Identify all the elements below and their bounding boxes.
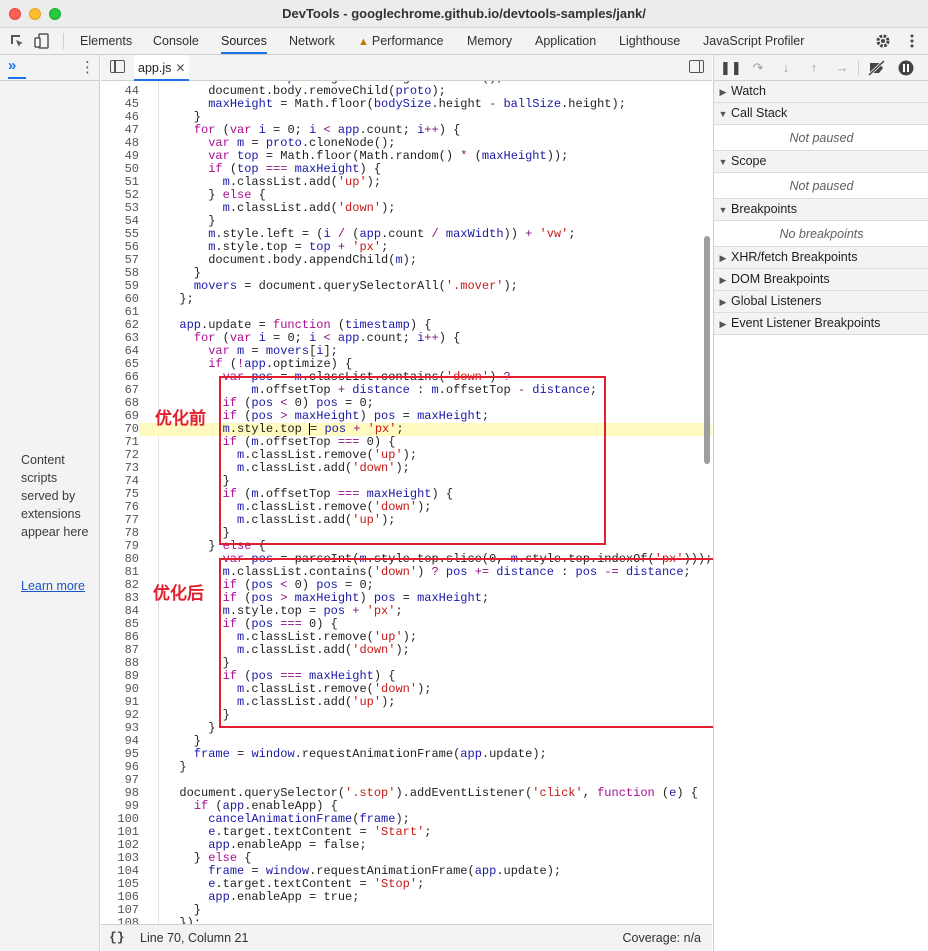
- tab-label: JavaScript Profiler: [703, 34, 805, 48]
- pane-empty-message: No breakpoints: [714, 221, 928, 247]
- main-tab-bar: Elements Console Sources Network ▲ Performanc…: [0, 28, 928, 55]
- editor-status-bar: {} Line 70, Column 21 Coverage: n/a: [101, 924, 712, 951]
- navigator-menu-icon[interactable]: ⋮: [80, 58, 95, 76]
- toggle-navigator-icon[interactable]: [110, 60, 125, 73]
- code-line[interactable]: 108 });: [101, 916, 712, 925]
- pane-title: Breakpoints: [731, 202, 798, 216]
- navigator-header: » ⋮: [0, 55, 99, 81]
- tab-application[interactable]: Application: [535, 28, 596, 54]
- pane-event-listener-breakpoints[interactable]: ▶ Event Listener Breakpoints: [714, 313, 928, 335]
- expanded-triangle-icon: ▼: [718, 205, 728, 215]
- device-toolbar-icon[interactable]: [33, 32, 51, 50]
- pane-title: DOM Breakpoints: [731, 272, 830, 286]
- navigator-pane: » ⋮ Content scripts served by extensions…: [0, 55, 100, 951]
- expanded-triangle-icon: ▼: [718, 157, 728, 167]
- tab-label: Memory: [467, 34, 513, 48]
- pane-call-stack[interactable]: ▼ Call Stack: [714, 103, 928, 125]
- tab-label: Performance: [371, 34, 444, 48]
- editor-scrollbar[interactable]: [704, 236, 710, 464]
- collapsed-triangle-icon: ▶: [719, 87, 727, 97]
- text-cursor: [309, 423, 311, 435]
- tab-label: Network: [289, 34, 335, 48]
- pane-empty-message: Not paused: [714, 173, 928, 199]
- warning-icon: ▲: [358, 36, 369, 48]
- close-tab-icon[interactable]: ✕: [175, 61, 185, 75]
- line-source: });: [165, 916, 202, 925]
- expanded-triangle-icon: ▼: [718, 109, 728, 119]
- pane-dom-breakpoints[interactable]: ▶ DOM Breakpoints: [714, 269, 928, 291]
- content-scripts-message: Content scripts served by extensions app…: [21, 453, 89, 539]
- pane-breakpoints[interactable]: ▼ Breakpoints: [714, 199, 928, 221]
- pane-title: Scope: [731, 154, 767, 168]
- line-source: document.body.appendChild(m);: [165, 253, 418, 267]
- file-tab-label: app.js: [138, 61, 172, 75]
- pretty-print-icon[interactable]: {}: [109, 930, 125, 945]
- more-tabs-chevron-icon[interactable]: »: [8, 57, 26, 79]
- line-source: }: [165, 760, 187, 774]
- line-source: maxHeight = Math.floor(bodySize.height -…: [208, 97, 626, 111]
- tab-javascript-profiler[interactable]: JavaScript Profiler: [703, 28, 804, 54]
- line-source: };: [165, 292, 194, 306]
- debugger-sidebar: ❚❚ ↷ ↓ ↑ → ▶ Watch ▼ Call Stack Not paused ▼ S…: [713, 55, 928, 951]
- pause-on-exceptions-icon[interactable]: [897, 59, 915, 77]
- file-tab-app-js[interactable]: app.js ✕: [134, 55, 190, 81]
- line-source: movers = document.querySelectorAll('.mov…: [193, 279, 518, 293]
- pane-title: Event Listener Breakpoints: [731, 316, 881, 330]
- code-line[interactable]: 96 }: [101, 761, 712, 774]
- code-editor[interactable]: 43 ballSize = proto.getBoundingClientRec…: [101, 81, 712, 924]
- toolbar-divider: [63, 33, 64, 49]
- line-number[interactable]: 108: [101, 917, 139, 925]
- code-line[interactable]: 95 frame = window.requestAnimationFrame(…: [101, 748, 712, 761]
- coverage-status[interactable]: Coverage: n/a: [622, 931, 701, 945]
- more-options-icon[interactable]: [903, 32, 921, 50]
- settings-gear-icon[interactable]: [874, 32, 892, 50]
- deactivate-breakpoints-icon[interactable]: [867, 59, 887, 77]
- step-out-icon[interactable]: ↑: [804, 58, 824, 78]
- pane-title: XHR/fetch Breakpoints: [731, 250, 858, 264]
- title-bar: DevTools - googlechrome.github.io/devtoo…: [0, 0, 928, 28]
- tab-lighthouse[interactable]: Lighthouse: [619, 28, 680, 54]
- learn-more-link[interactable]: Learn more: [21, 577, 91, 595]
- pause-script-icon[interactable]: ❚❚: [720, 58, 742, 78]
- pane-watch[interactable]: ▶ Watch: [714, 81, 928, 103]
- pane-title: Call Stack: [731, 106, 788, 120]
- tab-label: Console: [153, 34, 199, 48]
- tab-label: Elements: [80, 34, 133, 48]
- tab-label: Application: [535, 34, 597, 48]
- pane-title: Global Listeners: [731, 294, 822, 308]
- pane-title: Watch: [731, 84, 766, 98]
- step-into-icon[interactable]: ↓: [776, 58, 796, 78]
- code-lines[interactable]: 43 ballSize = proto.getBoundingClientRec…: [101, 81, 712, 924]
- tab-sources[interactable]: Sources: [221, 28, 267, 54]
- line-source: frame = window.requestAnimationFrame(app…: [193, 747, 547, 761]
- pane-empty-message: Not paused: [714, 125, 928, 151]
- editor-tab-bar: app.js ✕: [101, 55, 712, 81]
- tab-performance[interactable]: ▲ Performance: [358, 28, 443, 54]
- collapsed-triangle-icon: ▶: [719, 253, 727, 263]
- pane-xhr-fetch-breakpoints[interactable]: ▶ XHR/fetch Breakpoints: [714, 247, 928, 269]
- pane-global-listeners[interactable]: ▶ Global Listeners: [714, 291, 928, 313]
- code-line[interactable]: 60 };: [101, 293, 712, 306]
- inspect-element-icon[interactable]: [8, 32, 26, 50]
- tab-network[interactable]: Network: [289, 28, 335, 54]
- collapsed-triangle-icon: ▶: [719, 275, 727, 285]
- tab-label: Lighthouse: [619, 34, 681, 48]
- tab-console[interactable]: Console: [153, 28, 199, 54]
- line-source: if (pos > maxHeight) pos = maxHeight;: [222, 409, 490, 423]
- after-optimization-label: 优化后: [153, 584, 204, 604]
- step-over-icon[interactable]: ↷: [748, 58, 768, 78]
- tab-label: Sources: [221, 34, 267, 48]
- window-title: DevTools - googlechrome.github.io/devtoo…: [282, 6, 646, 21]
- tab-memory[interactable]: Memory: [467, 28, 512, 54]
- debugger-toolbar: ❚❚ ↷ ↓ ↑ →: [714, 55, 928, 81]
- pane-scope[interactable]: ▼ Scope: [714, 151, 928, 173]
- cursor-position: Line 70, Column 21: [140, 931, 249, 945]
- collapsed-triangle-icon: ▶: [719, 297, 727, 307]
- before-optimization-label: 优化前: [155, 409, 206, 429]
- toolbar-divider: [858, 60, 859, 76]
- step-icon[interactable]: →: [832, 58, 852, 78]
- toggle-debugger-icon[interactable]: [689, 60, 704, 73]
- collapsed-triangle-icon: ▶: [719, 319, 727, 329]
- tab-elements[interactable]: Elements: [80, 28, 132, 54]
